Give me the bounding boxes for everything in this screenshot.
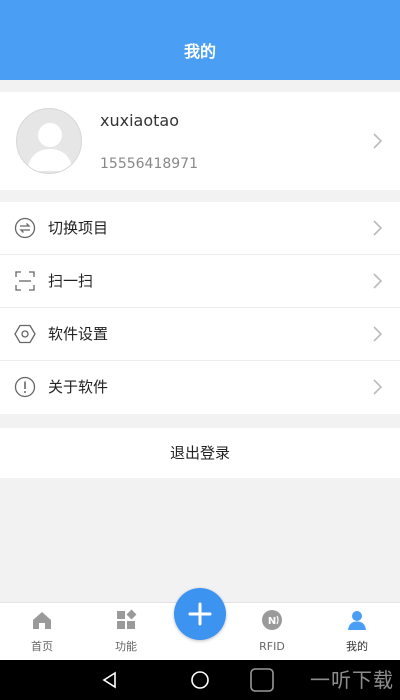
- logout-button[interactable]: 退出登录: [0, 428, 400, 478]
- menu-item-label: 扫一扫: [48, 272, 94, 290]
- watermark-text: 一听下载: [310, 668, 394, 692]
- menu-item-switch-project[interactable]: 切换项目: [0, 202, 400, 255]
- tab-label: RFID: [259, 640, 285, 653]
- chevron-right-icon: [373, 220, 383, 236]
- logout-label: 退出登录: [169, 444, 230, 462]
- add-button[interactable]: [174, 588, 226, 640]
- chevron-right-icon: [373, 133, 383, 149]
- tab-label: 功能: [115, 640, 137, 653]
- grid-icon: [117, 609, 137, 629]
- page-title: 我的: [183, 42, 216, 61]
- menu-item-label: 切换项目: [48, 219, 109, 237]
- profile-card[interactable]: xuxiaotao 15556418971: [0, 92, 400, 190]
- avatar: [16, 108, 82, 174]
- menu-item-settings[interactable]: 软件设置: [0, 308, 400, 361]
- svg-text:N: N: [268, 616, 276, 627]
- settings-menu: 切换项目 扫一扫 软件设置 关于软件: [0, 202, 400, 414]
- back-icon[interactable]: [100, 670, 120, 690]
- chevron-right-icon: [373, 273, 383, 289]
- plus-icon: [188, 602, 212, 626]
- watermark-logo-icon: [250, 668, 274, 692]
- menu-item-about[interactable]: 关于软件: [0, 361, 400, 414]
- rfid-icon: N: [262, 610, 282, 630]
- username: xuxiaotao: [100, 111, 179, 130]
- settings-icon: [14, 324, 36, 344]
- avatar-placeholder-icon: [27, 123, 73, 171]
- menu-item-scan[interactable]: 扫一扫: [0, 255, 400, 308]
- tab-rfid[interactable]: N RFID: [242, 603, 302, 661]
- user-icon: [348, 611, 366, 630]
- home-nav-icon[interactable]: [190, 670, 210, 690]
- chevron-right-icon: [373, 326, 383, 342]
- switch-icon: [14, 217, 36, 239]
- tab-mine[interactable]: 我的: [327, 603, 387, 661]
- tab-home[interactable]: 首页: [12, 603, 72, 661]
- tab-label: 我的: [346, 640, 368, 653]
- menu-item-label: 关于软件: [48, 378, 109, 396]
- tab-label: 首页: [31, 640, 53, 653]
- tab-functions[interactable]: 功能: [96, 603, 156, 661]
- top-header: 我的: [0, 0, 400, 80]
- scan-icon: [15, 271, 35, 291]
- chevron-right-icon: [373, 379, 383, 395]
- system-nav-bar: 一听下载: [0, 660, 400, 700]
- info-icon: [14, 376, 36, 398]
- phone-number: 15556418971: [100, 156, 198, 172]
- home-icon: [33, 612, 51, 629]
- menu-item-label: 软件设置: [48, 325, 109, 343]
